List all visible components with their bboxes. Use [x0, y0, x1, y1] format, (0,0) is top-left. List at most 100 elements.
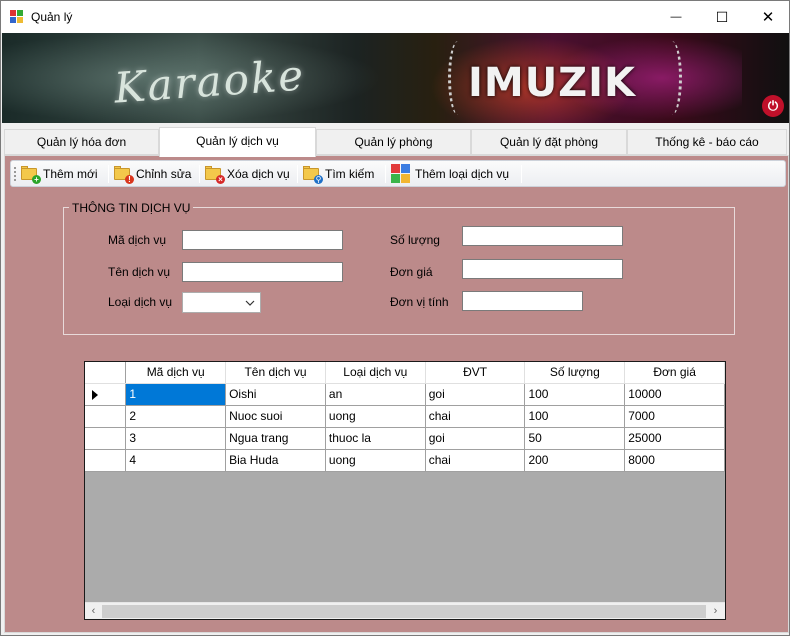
current-row-arrow-icon: [92, 389, 98, 400]
scroll-left-icon[interactable]: ‹: [85, 604, 102, 619]
cell-ten[interactable]: Bia Huda: [225, 449, 326, 472]
service-table: Mã dịch vụ Tên dịch vụ Loại dịch vụ ĐVT …: [85, 362, 725, 472]
cell-ma[interactable]: 2: [125, 405, 227, 428]
cell-loai[interactable]: uong: [325, 405, 426, 428]
quantity-label: Số lượng: [390, 233, 440, 247]
cell-loai[interactable]: uong: [325, 449, 426, 472]
row-header[interactable]: [85, 405, 127, 428]
tab-thong-ke-bao-cao[interactable]: Thống kê - báo cáo: [627, 129, 787, 155]
cell-dongia[interactable]: 8000: [624, 449, 725, 472]
blocks-icon: [391, 164, 411, 184]
column-header-dvt[interactable]: ĐVT: [425, 362, 526, 384]
tab-quan-ly-hoa-don[interactable]: Quản lý hóa đơn: [4, 129, 159, 155]
row-header[interactable]: [85, 449, 127, 472]
search-button-label: Tìm kiếm: [325, 167, 375, 181]
service-info-title: THÔNG TIN DỊCH VỤ: [69, 201, 194, 215]
horizontal-scrollbar[interactable]: ‹ ›: [85, 602, 725, 619]
row-header[interactable]: [85, 383, 127, 406]
table-row[interactable]: 1 Oishi an goi 100 10000: [85, 383, 725, 406]
close-button[interactable]: ✕: [745, 1, 789, 33]
cell-soluong[interactable]: 100: [524, 383, 626, 406]
cell-soluong[interactable]: 50: [524, 427, 626, 450]
delete-button-label: Xóa dịch vụ: [227, 167, 290, 181]
search-folder-icon: ⚲: [303, 166, 323, 184]
cell-dvt[interactable]: chai: [425, 449, 526, 472]
delete-button[interactable]: × Xóa dịch vụ: [205, 163, 290, 185]
unit-input[interactable]: [462, 291, 583, 311]
service-type-select[interactable]: [182, 292, 261, 313]
laurel-left-icon: [448, 41, 468, 115]
column-header-soluong[interactable]: Số lượng: [524, 362, 626, 384]
cell-ten[interactable]: Oishi: [225, 383, 326, 406]
chevron-down-icon: [245, 300, 255, 306]
column-header-loai[interactable]: Loại dịch vụ: [325, 362, 426, 384]
window-title: Quản lý: [31, 10, 73, 24]
cell-dvt[interactable]: goi: [425, 427, 526, 450]
service-grid[interactable]: Mã dịch vụ Tên dịch vụ Loại dịch vụ ĐVT …: [84, 361, 726, 620]
cell-ma[interactable]: 4: [125, 449, 227, 472]
column-header-ma[interactable]: Mã dịch vụ: [125, 362, 227, 384]
banner-imuzik-text: IMUZIK: [468, 60, 637, 106]
edit-button[interactable]: ! Chỉnh sửa: [114, 163, 191, 185]
cell-ten[interactable]: Ngua trang: [225, 427, 326, 450]
service-name-label: Tên dịch vụ: [108, 265, 171, 279]
table-row[interactable]: 3 Ngua trang thuoc la goi 50 25000: [85, 427, 725, 450]
tab-quan-ly-dich-vu[interactable]: Quản lý dịch vụ: [159, 127, 316, 157]
maximize-button[interactable]: ☐: [699, 1, 745, 33]
main-window: Quản lý — ☐ ✕ Karaoke IMUZIK ⏻ Quản lý h…: [0, 0, 790, 636]
scroll-right-icon[interactable]: ›: [707, 604, 724, 619]
cell-loai[interactable]: an: [325, 383, 426, 406]
service-id-label: Mã dịch vụ: [108, 233, 167, 247]
add-button[interactable]: + Thêm mới: [21, 163, 98, 185]
edit-folder-icon: !: [114, 166, 134, 184]
add-service-type-button[interactable]: Thêm loại dịch vụ: [391, 163, 509, 185]
unit-price-input[interactable]: [462, 259, 623, 279]
column-header-dongia[interactable]: Đơn giá: [624, 362, 725, 384]
service-type-label: Loại dịch vụ: [108, 295, 173, 309]
title-bar: Quản lý — ☐ ✕: [1, 1, 789, 33]
quantity-input[interactable]: [462, 226, 623, 246]
grid-header-row: Mã dịch vụ Tên dịch vụ Loại dịch vụ ĐVT …: [85, 362, 725, 384]
add-folder-icon: +: [21, 166, 41, 184]
cell-loai[interactable]: thuoc la: [325, 427, 426, 450]
toolbar-grip[interactable]: [14, 167, 17, 181]
add-service-type-label: Thêm loại dịch vụ: [415, 167, 510, 181]
table-row[interactable]: 4 Bia Huda uong chai 200 8000: [85, 449, 725, 472]
close-icon: ✕: [761, 9, 775, 26]
search-button[interactable]: ⚲ Tìm kiếm: [303, 163, 374, 185]
maximize-icon: ☐: [715, 8, 729, 25]
delete-folder-icon: ×: [205, 166, 225, 184]
tab-page-dich-vu: + Thêm mới ! Chỉnh sửa × Xóa dịch vụ ⚲ T…: [4, 155, 789, 633]
tab-quan-ly-dat-phong[interactable]: Quản lý đặt phòng: [471, 129, 627, 155]
service-name-input[interactable]: [182, 262, 343, 282]
cell-ma[interactable]: 3: [125, 427, 227, 450]
tab-quan-ly-phong[interactable]: Quản lý phòng: [316, 129, 471, 155]
row-header[interactable]: [85, 427, 127, 450]
power-icon[interactable]: ⏻: [762, 95, 784, 117]
app-icon: [10, 10, 24, 24]
cell-dvt[interactable]: goi: [425, 383, 526, 406]
cell-dongia[interactable]: 10000: [624, 383, 725, 406]
cell-dvt[interactable]: chai: [425, 405, 526, 428]
karaoke-banner: Karaoke IMUZIK ⏻: [2, 33, 789, 123]
cell-soluong[interactable]: 200: [524, 449, 626, 472]
laurel-right-icon: [662, 41, 682, 115]
cell-ten[interactable]: Nuoc suoi: [225, 405, 326, 428]
add-button-label: Thêm mới: [43, 167, 98, 181]
unit-price-label: Đơn giá: [390, 265, 433, 279]
scrollbar-thumb[interactable]: [102, 605, 706, 618]
tab-strip: Quản lý hóa đơn Quản lý dịch vụ Quản lý …: [4, 127, 789, 157]
column-header-ten[interactable]: Tên dịch vụ: [225, 362, 326, 384]
unit-label: Đơn vị tính: [390, 295, 449, 309]
toolbar: + Thêm mới ! Chỉnh sửa × Xóa dịch vụ ⚲ T…: [10, 160, 786, 187]
service-id-input[interactable]: [182, 230, 343, 250]
cell-ma[interactable]: 1: [125, 383, 227, 406]
cell-dongia[interactable]: 7000: [624, 405, 725, 428]
cell-soluong[interactable]: 100: [524, 405, 626, 428]
minimize-icon: —: [670, 11, 682, 23]
table-row[interactable]: 2 Nuoc suoi uong chai 100 7000: [85, 405, 725, 428]
cell-dongia[interactable]: 25000: [624, 427, 725, 450]
edit-button-label: Chỉnh sửa: [136, 167, 192, 181]
grid-corner-cell[interactable]: [85, 362, 127, 384]
minimize-button[interactable]: —: [653, 1, 699, 33]
